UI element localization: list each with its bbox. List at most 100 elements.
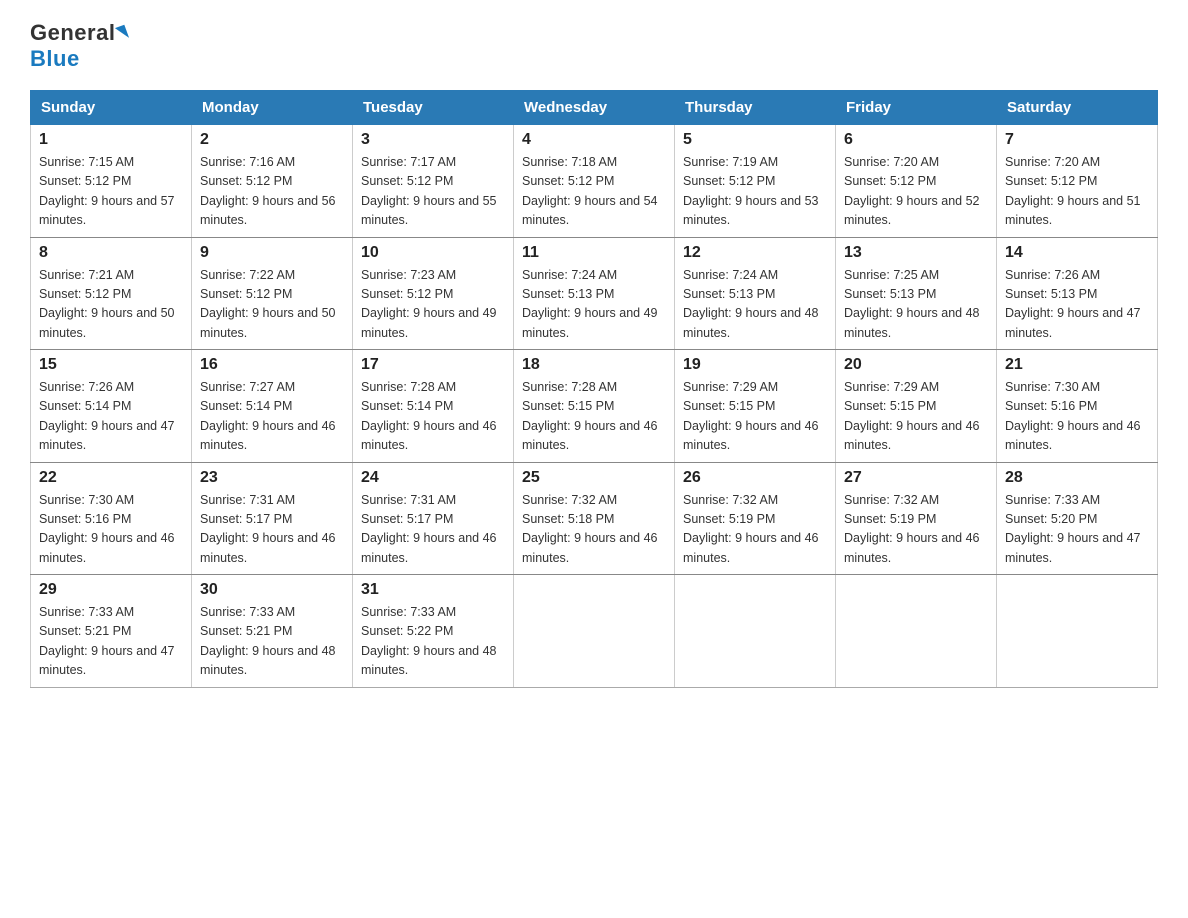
- day-info: Sunrise: 7:30 AMSunset: 5:16 PMDaylight:…: [39, 491, 183, 569]
- calendar-day-cell: 13 Sunrise: 7:25 AMSunset: 5:13 PMDayligh…: [836, 237, 997, 350]
- day-number: 30: [200, 581, 344, 599]
- day-number: 10: [361, 244, 505, 262]
- day-info: Sunrise: 7:31 AMSunset: 5:17 PMDaylight:…: [361, 491, 505, 569]
- calendar-header-row: SundayMondayTuesdayWednesdayThursdayFrid…: [31, 91, 1158, 125]
- calendar-day-cell: 15 Sunrise: 7:26 AMSunset: 5:14 PMDayligh…: [31, 350, 192, 463]
- calendar-header-saturday: Saturday: [997, 91, 1158, 125]
- day-number: 23: [200, 469, 344, 487]
- calendar-day-cell: 21 Sunrise: 7:30 AMSunset: 5:16 PMDayligh…: [997, 350, 1158, 463]
- calendar-day-cell: 4Sunrise: 7:18 AMSunset: 5:12 PMDaylight…: [514, 125, 675, 238]
- calendar-day-cell: 2 Sunrise: 7:16 AMSunset: 5:12 PMDaylight…: [192, 125, 353, 238]
- calendar-day-cell: 22 Sunrise: 7:30 AMSunset: 5:16 PMDayligh…: [31, 462, 192, 575]
- day-info: Sunrise: 7:18 AMSunset: 5:12 PMDaylight:…: [522, 153, 666, 231]
- day-info: Sunrise: 7:19 AMSunset: 5:12 PMDaylight:…: [683, 153, 827, 231]
- calendar-day-cell: 19 Sunrise: 7:29 AMSunset: 5:15 PMDayligh…: [675, 350, 836, 463]
- day-info: Sunrise: 7:28 AMSunset: 5:14 PMDaylight:…: [361, 378, 505, 456]
- day-info: Sunrise: 7:15 AMSunset: 5:12 PMDaylight:…: [39, 153, 183, 231]
- day-info: Sunrise: 7:27 AMSunset: 5:14 PMDaylight:…: [200, 378, 344, 456]
- calendar-day-cell: 20 Sunrise: 7:29 AMSunset: 5:15 PMDayligh…: [836, 350, 997, 463]
- calendar-day-cell: 16 Sunrise: 7:27 AMSunset: 5:14 PMDayligh…: [192, 350, 353, 463]
- logo-blue-text: Blue: [30, 46, 80, 72]
- calendar-day-cell: 10 Sunrise: 7:23 AMSunset: 5:12 PMDayligh…: [353, 237, 514, 350]
- day-number: 27: [844, 469, 988, 487]
- calendar-week-row: 1 Sunrise: 7:15 AMSunset: 5:12 PMDaylight…: [31, 125, 1158, 238]
- calendar-day-cell: 26Sunrise: 7:32 AMSunset: 5:19 PMDayligh…: [675, 462, 836, 575]
- calendar-day-cell: [675, 575, 836, 688]
- logo-general-text: General: [30, 20, 115, 46]
- calendar-header-friday: Friday: [836, 91, 997, 125]
- day-info: Sunrise: 7:32 AMSunset: 5:18 PMDaylight:…: [522, 491, 666, 569]
- day-info: Sunrise: 7:30 AMSunset: 5:16 PMDaylight:…: [1005, 378, 1149, 456]
- day-number: 20: [844, 356, 988, 374]
- calendar-day-cell: 30 Sunrise: 7:33 AMSunset: 5:21 PMDayligh…: [192, 575, 353, 688]
- calendar-day-cell: 29 Sunrise: 7:33 AMSunset: 5:21 PMDayligh…: [31, 575, 192, 688]
- day-info: Sunrise: 7:33 AMSunset: 5:21 PMDaylight:…: [200, 603, 344, 681]
- day-info: Sunrise: 7:33 AMSunset: 5:21 PMDaylight:…: [39, 603, 183, 681]
- calendar-week-row: 22 Sunrise: 7:30 AMSunset: 5:16 PMDayligh…: [31, 462, 1158, 575]
- day-number: 2: [200, 131, 344, 149]
- day-info: Sunrise: 7:24 AMSunset: 5:13 PMDaylight:…: [522, 266, 666, 344]
- calendar-week-row: 8Sunrise: 7:21 AMSunset: 5:12 PMDaylight…: [31, 237, 1158, 350]
- calendar-day-cell: [836, 575, 997, 688]
- calendar-day-cell: 3 Sunrise: 7:17 AMSunset: 5:12 PMDaylight…: [353, 125, 514, 238]
- day-number: 7: [1005, 131, 1149, 149]
- day-info: Sunrise: 7:21 AMSunset: 5:12 PMDaylight:…: [39, 266, 183, 344]
- calendar-day-cell: [997, 575, 1158, 688]
- calendar-day-cell: 12 Sunrise: 7:24 AMSunset: 5:13 PMDayligh…: [675, 237, 836, 350]
- day-info: Sunrise: 7:32 AMSunset: 5:19 PMDaylight:…: [844, 491, 988, 569]
- day-number: 24: [361, 469, 505, 487]
- calendar-day-cell: 18Sunrise: 7:28 AMSunset: 5:15 PMDayligh…: [514, 350, 675, 463]
- day-number: 3: [361, 131, 505, 149]
- calendar-week-row: 15 Sunrise: 7:26 AMSunset: 5:14 PMDayligh…: [31, 350, 1158, 463]
- day-info: Sunrise: 7:25 AMSunset: 5:13 PMDaylight:…: [844, 266, 988, 344]
- calendar-header-tuesday: Tuesday: [353, 91, 514, 125]
- day-number: 26: [683, 469, 827, 487]
- calendar-day-cell: [514, 575, 675, 688]
- day-number: 15: [39, 356, 183, 374]
- day-number: 31: [361, 581, 505, 599]
- calendar-day-cell: 5 Sunrise: 7:19 AMSunset: 5:12 PMDaylight…: [675, 125, 836, 238]
- day-number: 13: [844, 244, 988, 262]
- day-info: Sunrise: 7:23 AMSunset: 5:12 PMDaylight:…: [361, 266, 505, 344]
- day-info: Sunrise: 7:26 AMSunset: 5:14 PMDaylight:…: [39, 378, 183, 456]
- day-info: Sunrise: 7:31 AMSunset: 5:17 PMDaylight:…: [200, 491, 344, 569]
- calendar-day-cell: 17 Sunrise: 7:28 AMSunset: 5:14 PMDayligh…: [353, 350, 514, 463]
- calendar-week-row: 29 Sunrise: 7:33 AMSunset: 5:21 PMDayligh…: [31, 575, 1158, 688]
- day-number: 11: [522, 244, 666, 262]
- day-number: 6: [844, 131, 988, 149]
- day-number: 18: [522, 356, 666, 374]
- calendar-header-monday: Monday: [192, 91, 353, 125]
- day-info: Sunrise: 7:29 AMSunset: 5:15 PMDaylight:…: [844, 378, 988, 456]
- calendar-day-cell: 25Sunrise: 7:32 AMSunset: 5:18 PMDayligh…: [514, 462, 675, 575]
- calendar-day-cell: 7 Sunrise: 7:20 AMSunset: 5:12 PMDaylight…: [997, 125, 1158, 238]
- calendar-day-cell: 1 Sunrise: 7:15 AMSunset: 5:12 PMDaylight…: [31, 125, 192, 238]
- day-info: Sunrise: 7:16 AMSunset: 5:12 PMDaylight:…: [200, 153, 344, 231]
- day-number: 5: [683, 131, 827, 149]
- day-info: Sunrise: 7:17 AMSunset: 5:12 PMDaylight:…: [361, 153, 505, 231]
- day-number: 22: [39, 469, 183, 487]
- day-info: Sunrise: 7:24 AMSunset: 5:13 PMDaylight:…: [683, 266, 827, 344]
- day-info: Sunrise: 7:20 AMSunset: 5:12 PMDaylight:…: [844, 153, 988, 231]
- day-info: Sunrise: 7:26 AMSunset: 5:13 PMDaylight:…: [1005, 266, 1149, 344]
- day-number: 21: [1005, 356, 1149, 374]
- day-number: 12: [683, 244, 827, 262]
- day-number: 14: [1005, 244, 1149, 262]
- calendar-day-cell: 9 Sunrise: 7:22 AMSunset: 5:12 PMDaylight…: [192, 237, 353, 350]
- day-info: Sunrise: 7:29 AMSunset: 5:15 PMDaylight:…: [683, 378, 827, 456]
- calendar-day-cell: 8Sunrise: 7:21 AMSunset: 5:12 PMDaylight…: [31, 237, 192, 350]
- day-number: 29: [39, 581, 183, 599]
- calendar-header-sunday: Sunday: [31, 91, 192, 125]
- day-number: 1: [39, 131, 183, 149]
- calendar-day-cell: 31Sunrise: 7:33 AMSunset: 5:22 PMDayligh…: [353, 575, 514, 688]
- day-number: 9: [200, 244, 344, 262]
- calendar-day-cell: 6 Sunrise: 7:20 AMSunset: 5:12 PMDaylight…: [836, 125, 997, 238]
- day-number: 17: [361, 356, 505, 374]
- day-number: 19: [683, 356, 827, 374]
- calendar-day-cell: 14 Sunrise: 7:26 AMSunset: 5:13 PMDayligh…: [997, 237, 1158, 350]
- calendar-header-thursday: Thursday: [675, 91, 836, 125]
- logo: General Blue: [30, 20, 127, 72]
- day-number: 16: [200, 356, 344, 374]
- day-info: Sunrise: 7:20 AMSunset: 5:12 PMDaylight:…: [1005, 153, 1149, 231]
- day-info: Sunrise: 7:22 AMSunset: 5:12 PMDaylight:…: [200, 266, 344, 344]
- page-header: General Blue: [30, 20, 1158, 72]
